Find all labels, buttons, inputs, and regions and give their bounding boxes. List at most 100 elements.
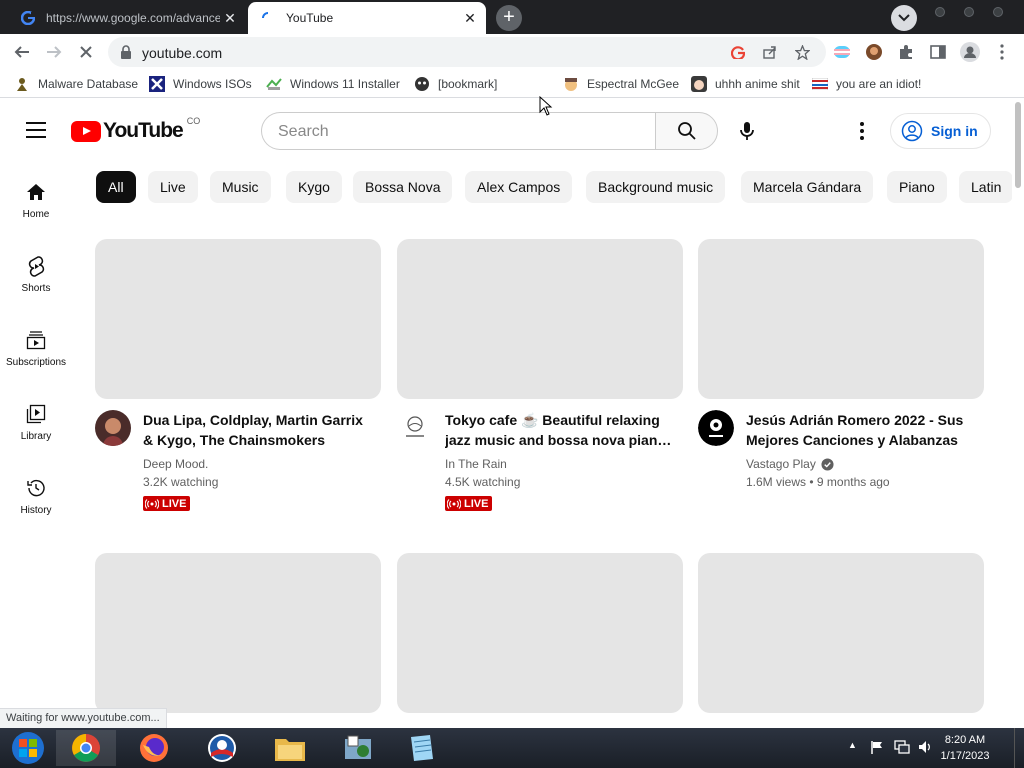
live-badge-label: LIVE [162, 497, 187, 510]
bookmark-star-icon[interactable] [794, 44, 810, 60]
chip-all[interactable]: All [96, 171, 136, 203]
chip[interactable]: Latin [959, 171, 1012, 203]
sidebar-item-history[interactable]: History [0, 462, 72, 522]
channel-name[interactable]: Vastago Play [746, 457, 834, 471]
bookmark-label: Espectral McGee [587, 77, 680, 91]
guide-menu-icon[interactable] [26, 122, 46, 143]
extensions-puzzle-icon[interactable] [894, 40, 918, 64]
search-button[interactable] [655, 112, 718, 150]
tab-youtube[interactable]: YouTube ✕ [248, 2, 486, 34]
page-scrollbar[interactable] [1012, 98, 1024, 728]
show-desktop-button[interactable] [1014, 728, 1024, 768]
sidebar-item-home[interactable]: Home [0, 166, 72, 226]
youtube-wordmark: YouTube [103, 119, 184, 142]
scrollbar-thumb[interactable] [1015, 102, 1021, 188]
search-input[interactable]: Search [261, 112, 656, 150]
chip[interactable]: Bossa Nova [353, 171, 453, 203]
lock-icon [121, 45, 131, 59]
address-bar[interactable]: youtube.com [108, 37, 826, 67]
channel-name[interactable]: In The Rain [445, 457, 507, 471]
close-tab-icon[interactable]: ✕ [220, 10, 240, 27]
extension-avatar-icon[interactable] [862, 40, 886, 64]
sidebar-item-library[interactable]: Library [0, 388, 72, 448]
video-title[interactable]: Jesús Adrián Romero 2022 - Sus Mejores C… [746, 410, 978, 450]
cartoon-face-icon [563, 76, 579, 92]
taskbar-notepad[interactable] [392, 730, 452, 766]
video-thumbnail[interactable] [698, 239, 984, 399]
chip[interactable]: Background music [586, 171, 726, 203]
bookmark-malware-database[interactable]: Malware Database [14, 76, 138, 92]
youtube-play-icon [71, 120, 101, 142]
forward-button[interactable] [42, 40, 66, 64]
maximize-button[interactable] [964, 7, 974, 17]
channel-avatar[interactable] [95, 410, 131, 446]
profile-icon[interactable] [958, 40, 982, 64]
video-thumbnail[interactable] [397, 553, 683, 713]
taskbar-ie[interactable] [192, 730, 252, 766]
taskbar-explorer[interactable] [260, 730, 320, 766]
bookmark-label: Malware Database [38, 77, 139, 91]
video-title[interactable]: Dua Lipa, Coldplay, Martin Garrix & Kygo… [143, 410, 375, 450]
tab-search-button[interactable] [891, 5, 917, 31]
chip[interactable]: Live [148, 171, 198, 203]
account-circle-icon [901, 120, 923, 142]
video-thumbnail[interactable] [698, 553, 984, 713]
bookmark-anime[interactable]: uhhh anime shit [691, 76, 800, 92]
live-badge: LIVE [143, 496, 191, 511]
voice-search-button[interactable] [729, 113, 765, 149]
close-window-button[interactable] [993, 7, 1003, 17]
firefox-icon [140, 734, 168, 762]
video-thumbnail[interactable] [95, 239, 381, 399]
extension-flag-icon[interactable] [830, 40, 854, 64]
obama-logo-icon [208, 734, 236, 762]
stop-button[interactable] [74, 40, 98, 64]
settings-more-icon[interactable] [850, 119, 874, 143]
close-tab-icon[interactable]: ✕ [460, 10, 480, 27]
bookmark-you-are-an-idiot[interactable]: you are an idiot! [812, 76, 921, 92]
sign-in-button[interactable]: Sign in [890, 113, 991, 149]
bookmark-espectral-mcgee[interactable]: Espectral McGee [563, 76, 679, 92]
url-text: youtube.com [142, 45, 223, 61]
bookmark-windows-11-installer[interactable]: Windows 11 Installer [266, 76, 400, 92]
youtube-logo[interactable]: YouTube CO [71, 116, 200, 143]
bookmark-windows-isos[interactable]: Windows ISOs [149, 76, 252, 92]
tray-expand-icon[interactable]: ▲ [848, 740, 857, 750]
taskbar-chrome[interactable] [56, 730, 116, 766]
google-lens-icon[interactable] [730, 44, 746, 60]
search-icon [677, 122, 696, 140]
video-stats: 4.5K watching [445, 475, 521, 489]
video-thumbnail[interactable] [397, 239, 683, 399]
chip[interactable]: Piano [887, 171, 947, 203]
taskbar-firefox[interactable] [124, 730, 184, 766]
system-clock[interactable]: 8:20 AM 1/17/2023 [930, 732, 1000, 764]
chip[interactable]: Music [210, 171, 271, 203]
sidebar-item-subscriptions[interactable]: Subscriptions [0, 314, 72, 374]
bookmark-placeholder[interactable]: [bookmark] [414, 76, 497, 92]
start-button[interactable] [0, 730, 56, 766]
windows-start-icon [12, 732, 44, 764]
channel-avatar[interactable] [397, 410, 433, 446]
chip[interactable]: Marcela Gándara [741, 171, 874, 203]
action-center-flag-icon[interactable] [870, 740, 884, 757]
new-tab-button[interactable]: + [496, 5, 522, 31]
video-stats: 1.6M views • 9 months ago [746, 475, 890, 489]
chrome-menu-icon[interactable] [990, 40, 1014, 64]
tab-google-advanced-search[interactable]: https://www.google.com/advanced_search ✕ [8, 2, 246, 34]
chip[interactable]: Kygo [286, 171, 342, 203]
bookmark-label: Windows 11 Installer [290, 77, 400, 91]
x-logo-icon [149, 76, 165, 92]
back-button[interactable] [10, 40, 34, 64]
video-thumbnail[interactable] [95, 553, 381, 713]
channel-avatar[interactable] [698, 410, 734, 446]
video-details: Jesús Adrián Romero 2022 - Sus Mejores C… [698, 410, 984, 530]
sidebar-item-shorts[interactable]: Shorts [0, 240, 72, 300]
network-icon[interactable] [894, 740, 910, 757]
share-icon[interactable] [762, 44, 778, 60]
taskbar-installer[interactable] [328, 730, 388, 766]
sidebar-label: Library [20, 431, 52, 442]
channel-name[interactable]: Deep Mood. [143, 457, 208, 471]
video-title[interactable]: Tokyo cafe ☕ Beautiful relaxing jazz mus… [445, 410, 677, 450]
minimize-button[interactable] [935, 7, 945, 17]
side-panel-icon[interactable] [926, 40, 950, 64]
chip[interactable]: Alex Campos [465, 171, 573, 203]
